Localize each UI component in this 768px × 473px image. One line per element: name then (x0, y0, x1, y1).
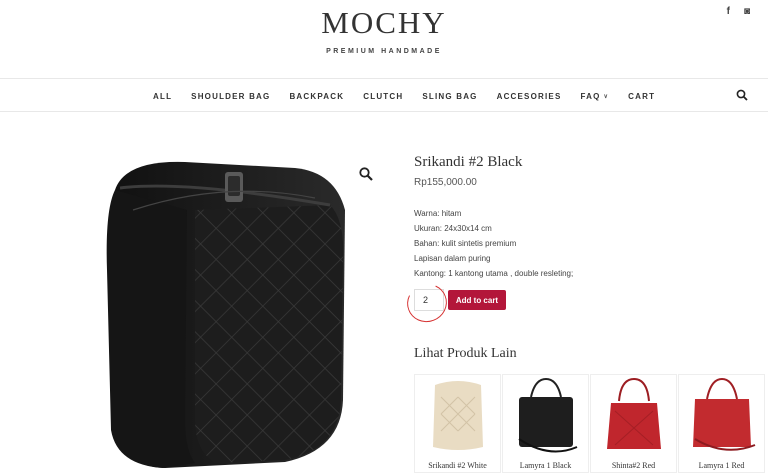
product-title: Srikandi #2 Black (414, 154, 523, 170)
detail-color: Warna: hitam (414, 209, 462, 218)
related-product-name[interactable]: Lamyra 1 Black (503, 461, 588, 470)
related-products: Srikandi #2 White Lamyra 1 Black Shinta#… (414, 374, 766, 473)
product-description: Warna: hitam Ukuran: 24x30x14 cm Bahan: … (414, 206, 754, 281)
nav-item-faq[interactable]: FAQ ∨ (581, 92, 610, 101)
chevron-down-icon: ∨ (603, 93, 610, 100)
nav-item-all[interactable]: ALL (153, 92, 172, 101)
related-product-image (607, 377, 661, 449)
related-product-card[interactable]: Srikandi #2 White (414, 374, 501, 473)
annotation-circle (401, 278, 453, 328)
related-product-image (433, 381, 483, 450)
related-product-card[interactable]: Shinta#2 Red (590, 374, 677, 473)
add-to-cart-button[interactable]: Add to cart (448, 290, 506, 310)
detail-lining: Lapisan dalam puring (414, 254, 491, 263)
detail-pockets: Kantong: 1 kantong utama , double reslet… (414, 269, 574, 278)
related-product-card[interactable]: Lamyra 1 Red (678, 374, 765, 473)
related-product-card[interactable]: Lamyra 1 Black (502, 374, 589, 473)
product-summary: Srikandi #2 Black Rp155,000.00 Warna: hi… (414, 154, 754, 281)
nav-item-accesories[interactable]: ACCESORIES (497, 92, 562, 101)
site-logo[interactable]: MOCHY (0, 4, 768, 42)
nav-item-clutch[interactable]: CLUTCH (363, 92, 403, 101)
related-product-name[interactable]: Shinta#2 Red (591, 461, 676, 470)
related-product-name[interactable]: Srikandi #2 White (415, 461, 500, 470)
related-product-image (518, 377, 578, 453)
nav-item-shoulder-bag[interactable]: SHOULDER BAG (191, 92, 270, 101)
search-icon[interactable] (736, 89, 748, 101)
site-tagline: PREMIUM HANDMADE (326, 48, 442, 55)
nav-item-cart[interactable]: CART (628, 92, 655, 101)
brand: MOCHY PREMIUM HANDMADE (0, 4, 768, 55)
main-nav: ALL SHOULDER BAG BACKPACK CLUTCH SLING B… (0, 78, 768, 112)
product-price: Rp155,000.00 (414, 177, 477, 188)
related-product-image (693, 377, 756, 451)
zoom-icon[interactable] (358, 166, 374, 182)
nav-item-sling-bag[interactable]: SLING BAG (422, 92, 477, 101)
related-products-title: Lihat Produk Lain (414, 346, 517, 361)
detail-material: Bahan: kulit sintetis premium (414, 239, 517, 248)
product-image[interactable] (45, 150, 385, 473)
nav-item-backpack[interactable]: BACKPACK (289, 92, 344, 101)
detail-size: Ukuran: 24x30x14 cm (414, 224, 492, 233)
related-product-name[interactable]: Lamyra 1 Red (679, 461, 764, 470)
